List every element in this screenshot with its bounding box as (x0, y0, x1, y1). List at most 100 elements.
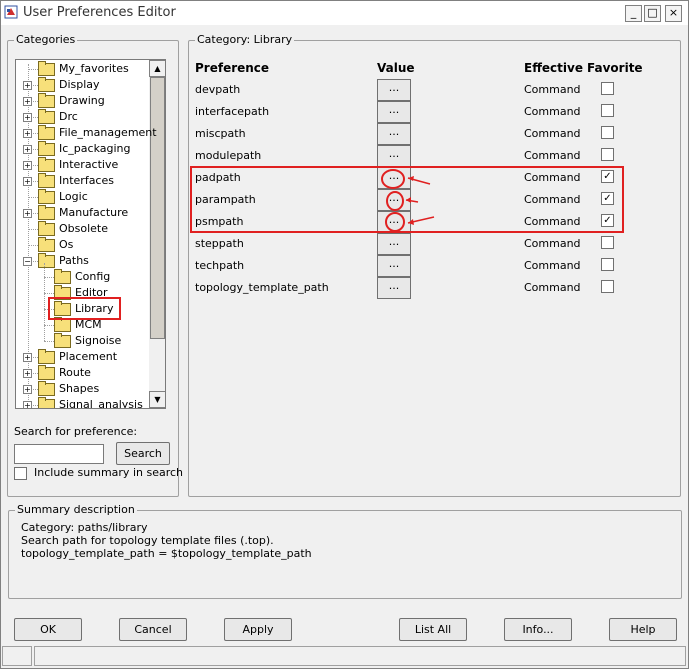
scroll-up-icon[interactable]: ▲ (149, 60, 165, 77)
search-input[interactable] (14, 444, 104, 464)
search-button[interactable]: Search (116, 442, 170, 465)
category-label: Category: Library (195, 33, 295, 46)
tree-item-signal_analysis[interactable]: + Signal_analysis (16, 397, 148, 408)
tree-item-drawing[interactable]: + Drawing (16, 93, 148, 109)
tree-item-ic_packaging[interactable]: + Ic_packaging (16, 141, 148, 157)
expand-icon[interactable]: + (23, 97, 32, 106)
effective-modulepath: Command (524, 149, 581, 162)
folder-icon (38, 237, 55, 252)
search-label: Search for preference: (14, 425, 138, 438)
info-button[interactable]: Info... (504, 618, 572, 641)
collapse-icon[interactable]: − (23, 257, 32, 266)
tree-item-my_favorites[interactable]: My_favorites (16, 61, 148, 77)
browse-button-interfacepath[interactable]: ... (377, 101, 411, 123)
tree-item-placement[interactable]: + Placement (16, 349, 148, 365)
tree-item-logic[interactable]: Logic (16, 189, 148, 205)
favorite-checkbox-modulepath[interactable] (601, 148, 614, 161)
effective-devpath: Command (524, 83, 581, 96)
folder-icon (38, 253, 55, 268)
pref-name-miscpath: miscpath (195, 127, 246, 140)
tree-item-label: Config (75, 270, 111, 283)
favorite-checkbox-topology-template-path[interactable] (601, 280, 614, 293)
close-button[interactable]: × (665, 5, 682, 22)
browse-button-steppath[interactable]: ... (377, 233, 411, 255)
tree-item-label: Shapes (59, 382, 100, 395)
folder-icon (38, 397, 55, 408)
maximize-button[interactable]: □ (644, 5, 661, 22)
favorite-checkbox-steppath[interactable] (601, 236, 614, 249)
tree-item-label: Manufacture (59, 206, 129, 219)
category-tree[interactable]: ▲ ▼ My_favorites + Display + Drawing + Drc + Fil… (15, 59, 166, 409)
include-summary-label: Include summary in search (34, 466, 184, 479)
expand-icon[interactable]: + (23, 385, 32, 394)
favorite-checkbox-techpath[interactable] (601, 258, 614, 271)
header-preference: Preference (195, 61, 270, 75)
list-all-button[interactable]: List All (399, 618, 467, 641)
pref-name-techpath: techpath (195, 259, 245, 272)
expand-icon[interactable]: + (23, 81, 32, 90)
folder-icon (38, 205, 55, 220)
tree-item-file_management[interactable]: + File_management (16, 125, 157, 141)
tree-item-manufacture[interactable]: + Manufacture (16, 205, 148, 221)
ok-button[interactable]: OK (14, 618, 82, 641)
tree-item-label: Interfaces (59, 174, 114, 187)
header-favorite: Favorite (587, 61, 643, 75)
tree-item-route[interactable]: + Route (16, 365, 148, 381)
minimize-button[interactable]: _ (625, 5, 642, 22)
expand-icon[interactable]: + (23, 353, 32, 362)
include-summary-checkbox[interactable] (14, 467, 27, 480)
status-bar (0, 644, 687, 666)
tree-item-label: Route (59, 366, 91, 379)
effective-steppath: Command (524, 237, 581, 250)
expand-icon[interactable]: + (23, 113, 32, 122)
expand-icon[interactable]: + (23, 401, 32, 408)
expand-icon[interactable]: + (23, 209, 32, 218)
favorite-checkbox-interfacepath[interactable] (601, 104, 614, 117)
folder-icon (38, 125, 55, 140)
tree-item-config[interactable]: Config (16, 269, 148, 285)
tree-item-drc[interactable]: + Drc (16, 109, 148, 125)
expand-icon[interactable]: + (23, 161, 32, 170)
annotation-marks (381, 169, 435, 232)
tree-item-label: Paths (59, 254, 89, 267)
folder-icon (54, 317, 71, 332)
folder-icon (38, 61, 55, 76)
expand-icon[interactable]: + (23, 369, 32, 378)
summary-line-description: Search path for topology template files … (21, 534, 274, 547)
annotation-circle-parampath (386, 191, 404, 211)
tree-item-os[interactable]: Os (16, 237, 148, 253)
folder-icon (38, 93, 55, 108)
folder-icon (38, 77, 55, 92)
help-button[interactable]: Help (609, 618, 677, 641)
library-highlight-box (48, 297, 121, 320)
scroll-thumb[interactable] (150, 77, 165, 339)
expand-icon[interactable]: + (23, 145, 32, 154)
tree-item-interfaces[interactable]: + Interfaces (16, 173, 148, 189)
favorite-checkbox-devpath[interactable] (601, 82, 614, 95)
pref-name-steppath: steppath (195, 237, 244, 250)
browse-button-devpath[interactable]: ... (377, 79, 411, 101)
annotation-circle-padpath (381, 169, 405, 189)
apply-button[interactable]: Apply (224, 618, 292, 641)
header-value: Value (377, 61, 415, 75)
tree-item-label: Os (59, 238, 74, 251)
tree-item-interactive[interactable]: + Interactive (16, 157, 148, 173)
expand-icon[interactable]: + (23, 129, 32, 138)
scroll-down-icon[interactable]: ▼ (149, 391, 165, 408)
tree-item-display[interactable]: + Display (16, 77, 148, 93)
tree-item-obsolete[interactable]: Obsolete (16, 221, 148, 237)
browse-button-topology-template-path[interactable]: ... (377, 277, 411, 299)
browse-button-miscpath[interactable]: ... (377, 123, 411, 145)
tree-item-label: Drc (59, 110, 78, 123)
tree-scrollbar[interactable]: ▲ ▼ (149, 60, 165, 408)
summary-line-value: topology_template_path = $topology_templ… (21, 547, 312, 560)
cancel-button[interactable]: Cancel (119, 618, 187, 641)
folder-icon (38, 173, 55, 188)
tree-item-signoise[interactable]: Signoise (16, 333, 148, 349)
expand-icon[interactable]: + (23, 177, 32, 186)
app-icon (4, 5, 18, 19)
browse-button-techpath[interactable]: ... (377, 255, 411, 277)
tree-item-paths[interactable]: − Paths (16, 253, 148, 269)
favorite-checkbox-miscpath[interactable] (601, 126, 614, 139)
tree-item-shapes[interactable]: + Shapes (16, 381, 148, 397)
